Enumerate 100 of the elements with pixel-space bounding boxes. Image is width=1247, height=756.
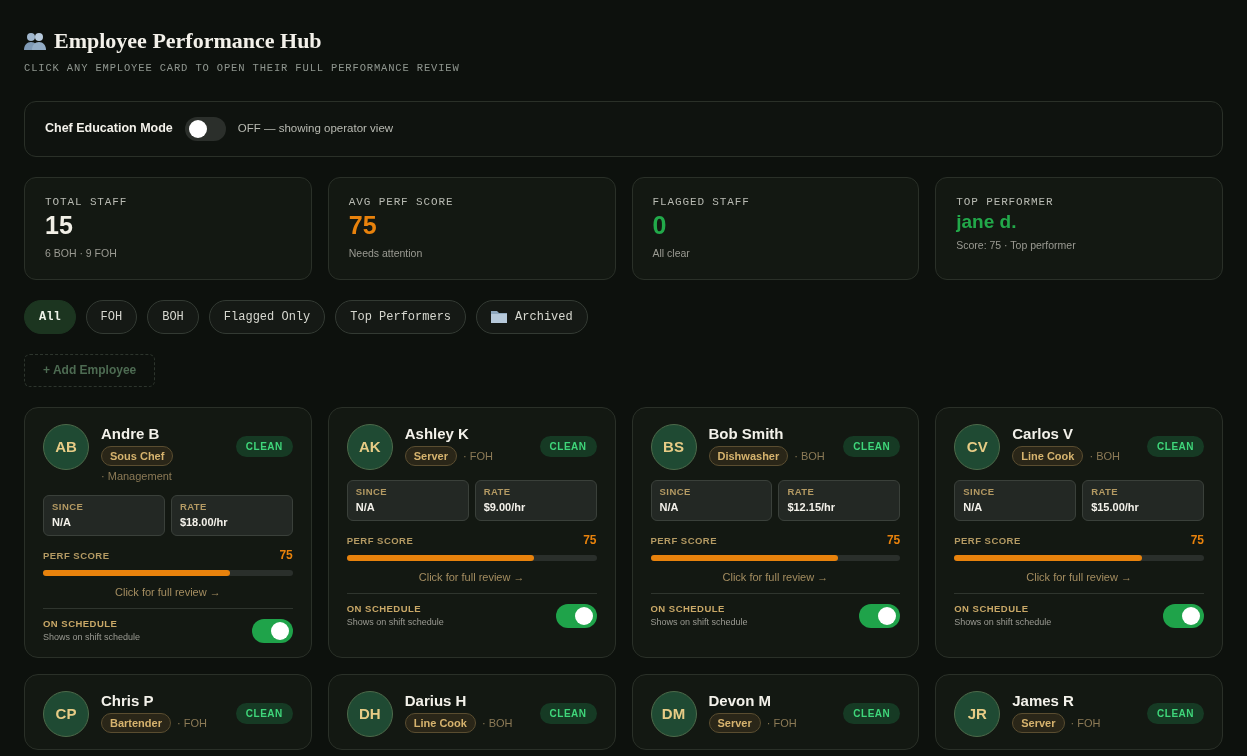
filter-chip[interactable]: FOH [85, 299, 138, 334]
department-label: · BOH [1089, 448, 1120, 464]
avatar: DM [650, 690, 697, 737]
role-tag: Dishwasher [708, 445, 789, 467]
schedule-note: Shows on shift schedule [954, 616, 1052, 630]
status-badge: CLEAN [843, 435, 901, 457]
review-link[interactable]: Click for full review → [722, 568, 829, 585]
role-tag: Server [708, 712, 761, 734]
education-mode-toggle[interactable] [184, 116, 226, 141]
schedule-note: Shows on shift schedule [346, 616, 444, 630]
status-badge: CLEAN [539, 435, 597, 457]
rate-value: $12.15/hr [787, 500, 837, 515]
filter-chip[interactable]: BOH [147, 299, 199, 334]
role-tag: Line Cook [1012, 445, 1084, 467]
schedule-note: Shows on shift schedule [43, 631, 141, 645]
employee-card[interactable]: AB Andre B Sous Chef · Management CLEAN SINCE N/A RATE $18.00/hr PERF SCORE 75 Click for full review → ON SCHEDULE Shows on shift schedule [24, 406, 312, 658]
employee-card[interactable]: BS Bob Smith Dishwasher · BOH CLEAN SINCE N/A RATE $12.15/hr PERF SCORE 75 Click for full review → ON SCHEDULE Shows on shift schedule [631, 406, 920, 658]
stat-label: TOTAL STAFF [45, 194, 129, 210]
employee-name: Ashley K [404, 423, 470, 444]
avatar: CP [43, 690, 89, 737]
score-value: 75 [886, 531, 901, 549]
status-badge: CLEAN [1147, 435, 1204, 457]
education-mode-label: Chef Education Mode [45, 120, 173, 138]
status-badge: CLEAN [1147, 702, 1204, 724]
employee-card[interactable]: JR James R Server · FOH CLEAN [935, 673, 1223, 750]
role-tag: Server [404, 445, 457, 467]
stat-value: jane d. [956, 210, 1018, 234]
folder-icon [491, 310, 508, 324]
page-title: Employee Performance Hub [54, 27, 322, 55]
schedule-label: ON SCHEDULE [650, 602, 726, 616]
department-label: · FOH [463, 448, 493, 464]
since-value: N/A [52, 515, 72, 530]
employee-card[interactable]: DH Darius H Line Cook · BOH CLEAN [327, 673, 616, 750]
review-link[interactable]: Click for full review → [115, 583, 221, 600]
department-label: · FOH [176, 715, 207, 731]
avatar: JR [954, 690, 1001, 737]
filter-chip[interactable]: All [24, 299, 76, 334]
people-icon [24, 30, 46, 51]
score-value: 75 [583, 531, 597, 549]
schedule-toggle[interactable] [1163, 603, 1204, 628]
status-badge: CLEAN [235, 435, 293, 457]
status-badge: CLEAN [235, 702, 293, 724]
since-label: SINCE [355, 484, 389, 499]
schedule-toggle[interactable] [859, 603, 901, 628]
avatar: AB [43, 423, 89, 470]
stat-label: FLAGGED STAFF [652, 194, 751, 210]
score-label: PERF SCORE [650, 534, 717, 549]
schedule-toggle[interactable] [555, 603, 597, 628]
filter-chip[interactable]: Archived [476, 299, 588, 334]
stat-note: 6 BOH · 9 FOH [45, 245, 118, 261]
rate-value: $15.00/hr [1091, 500, 1140, 515]
role-tag: Sous Chef [101, 445, 174, 467]
department-label: · FOH [1070, 715, 1101, 731]
department-label: · FOH [766, 715, 797, 731]
score-value: 75 [1190, 531, 1204, 549]
schedule-label: ON SCHEDULE [346, 602, 423, 616]
filter-chip[interactable]: Flagged Only [208, 299, 326, 334]
stat-value: 0 [652, 210, 668, 242]
employee-card[interactable]: CV Carlos V Line Cook · BOH CLEAN SINCE N/A RATE $15.00/hr PERF SCORE 75 Click for full review → ON SCHEDULE Shows on shift schedule [935, 406, 1223, 658]
since-value: N/A [659, 500, 680, 515]
employee-card[interactable]: DM Devon M Server · FOH CLEAN [631, 673, 920, 750]
rate-value: $18.00/hr [179, 515, 229, 530]
schedule-note: Shows on shift schedule [650, 616, 748, 630]
employee-name: Chris P [101, 690, 155, 711]
stat-note: Needs attention [348, 245, 424, 261]
rate-label: RATE [483, 484, 512, 499]
employee-card[interactable]: AK Ashley K Server · FOH CLEAN SINCE N/A RATE $9.00/hr PERF SCORE 75 Click for full review → ON SCHEDULE Shows on shift schedule [327, 406, 616, 658]
filter-chip[interactable]: Top Performers [335, 299, 467, 334]
employee-name: Carlos V [1012, 423, 1075, 444]
stat-note: Score: 75 · Top performer [956, 238, 1077, 253]
stat-value: 75 [348, 210, 378, 242]
score-value: 75 [279, 546, 293, 564]
since-label: SINCE [659, 484, 692, 499]
schedule-label: ON SCHEDULE [43, 617, 119, 631]
department-label: · BOH [794, 448, 825, 464]
since-label: SINCE [52, 499, 85, 514]
score-label: PERF SCORE [43, 549, 110, 564]
avatar: DH [346, 690, 393, 737]
status-badge: CLEAN [539, 702, 597, 724]
review-link[interactable]: Click for full review → [418, 568, 525, 585]
employee-name: Bob Smith [708, 423, 785, 444]
employee-card[interactable]: CP Chris P Bartender · FOH CLEAN [24, 673, 312, 750]
employee-name: Darius H [404, 690, 468, 711]
avatar: AK [346, 423, 393, 470]
stat-label: TOP PERFORMER [956, 194, 1055, 210]
status-badge: CLEAN [843, 702, 901, 724]
role-tag: Server [1012, 712, 1065, 734]
page-subtitle: CLICK ANY EMPLOYEE CARD TO OPEN THEIR FULL PERFORMANCE REVIEW [24, 61, 461, 76]
employee-name: James R [1012, 690, 1075, 711]
department-label: · Management [101, 469, 172, 485]
review-link[interactable]: Click for full review → [1026, 568, 1132, 585]
role-tag: Bartender [101, 712, 171, 734]
rate-label: RATE [1091, 484, 1120, 499]
employee-name: Andre B [101, 423, 161, 444]
education-mode-status: OFF — showing operator view [237, 121, 394, 137]
schedule-label: ON SCHEDULE [954, 602, 1030, 616]
schedule-toggle[interactable] [251, 618, 293, 643]
since-value: N/A [963, 500, 984, 515]
rate-label: RATE [179, 499, 208, 514]
department-label: · BOH [481, 715, 513, 731]
